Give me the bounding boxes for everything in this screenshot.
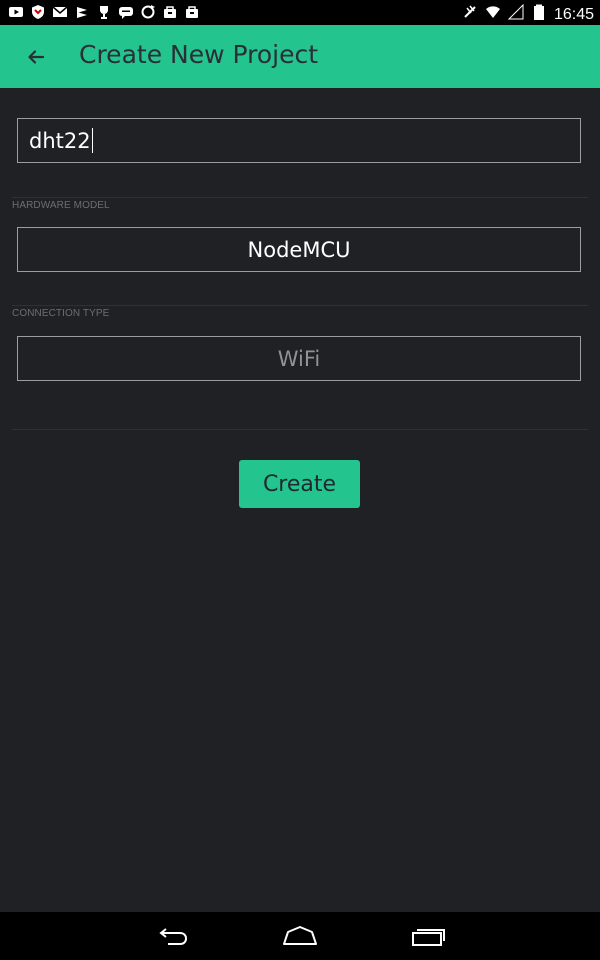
bag-icon — [162, 4, 178, 20]
project-name-input[interactable]: dht22 — [17, 118, 581, 163]
page-title: Create New Project — [79, 40, 319, 69]
sync-icon — [140, 4, 156, 20]
shield-icon — [30, 4, 46, 20]
nav-recents-button[interactable] — [410, 924, 446, 948]
nav-back-button[interactable] — [154, 924, 190, 948]
create-button[interactable]: Create — [239, 460, 360, 508]
battery-icon — [531, 4, 547, 24]
notification-icons — [8, 4, 200, 20]
gmail-icon — [52, 4, 68, 20]
status-icons: 16:45 — [462, 3, 594, 24]
recents-nav-icon — [412, 929, 445, 946]
signal-icon — [507, 3, 524, 24]
bag-icon — [184, 4, 200, 20]
divider — [12, 429, 588, 430]
wifi-icon — [485, 4, 501, 24]
home-nav-icon — [283, 926, 317, 945]
status-bar: 16:45 — [0, 0, 600, 25]
connection-type-select[interactable]: WiFi — [17, 336, 581, 381]
stack-icon — [74, 4, 90, 20]
youtube-icon — [8, 4, 24, 20]
arrow-left-icon — [28, 50, 45, 64]
project-name-value: dht22 — [29, 128, 91, 153]
nav-home-button[interactable] — [282, 924, 318, 948]
hardware-model-label: HARDWARE MODEL — [12, 200, 110, 211]
wifi-off-icon — [462, 4, 478, 24]
back-button[interactable] — [22, 43, 50, 71]
back-nav-icon — [159, 928, 188, 945]
text-caret — [91, 128, 94, 153]
divider — [12, 197, 588, 198]
divider — [12, 305, 588, 306]
clock: 16:45 — [553, 5, 594, 23]
chat-icon — [118, 4, 134, 20]
hardware-model-select[interactable]: NodeMCU — [17, 227, 581, 272]
app-bar: Create New Project — [0, 25, 600, 88]
trophy-icon — [96, 4, 112, 20]
connection-type-label: CONNECTION TYPE — [12, 308, 110, 319]
nav-bar — [0, 912, 600, 960]
